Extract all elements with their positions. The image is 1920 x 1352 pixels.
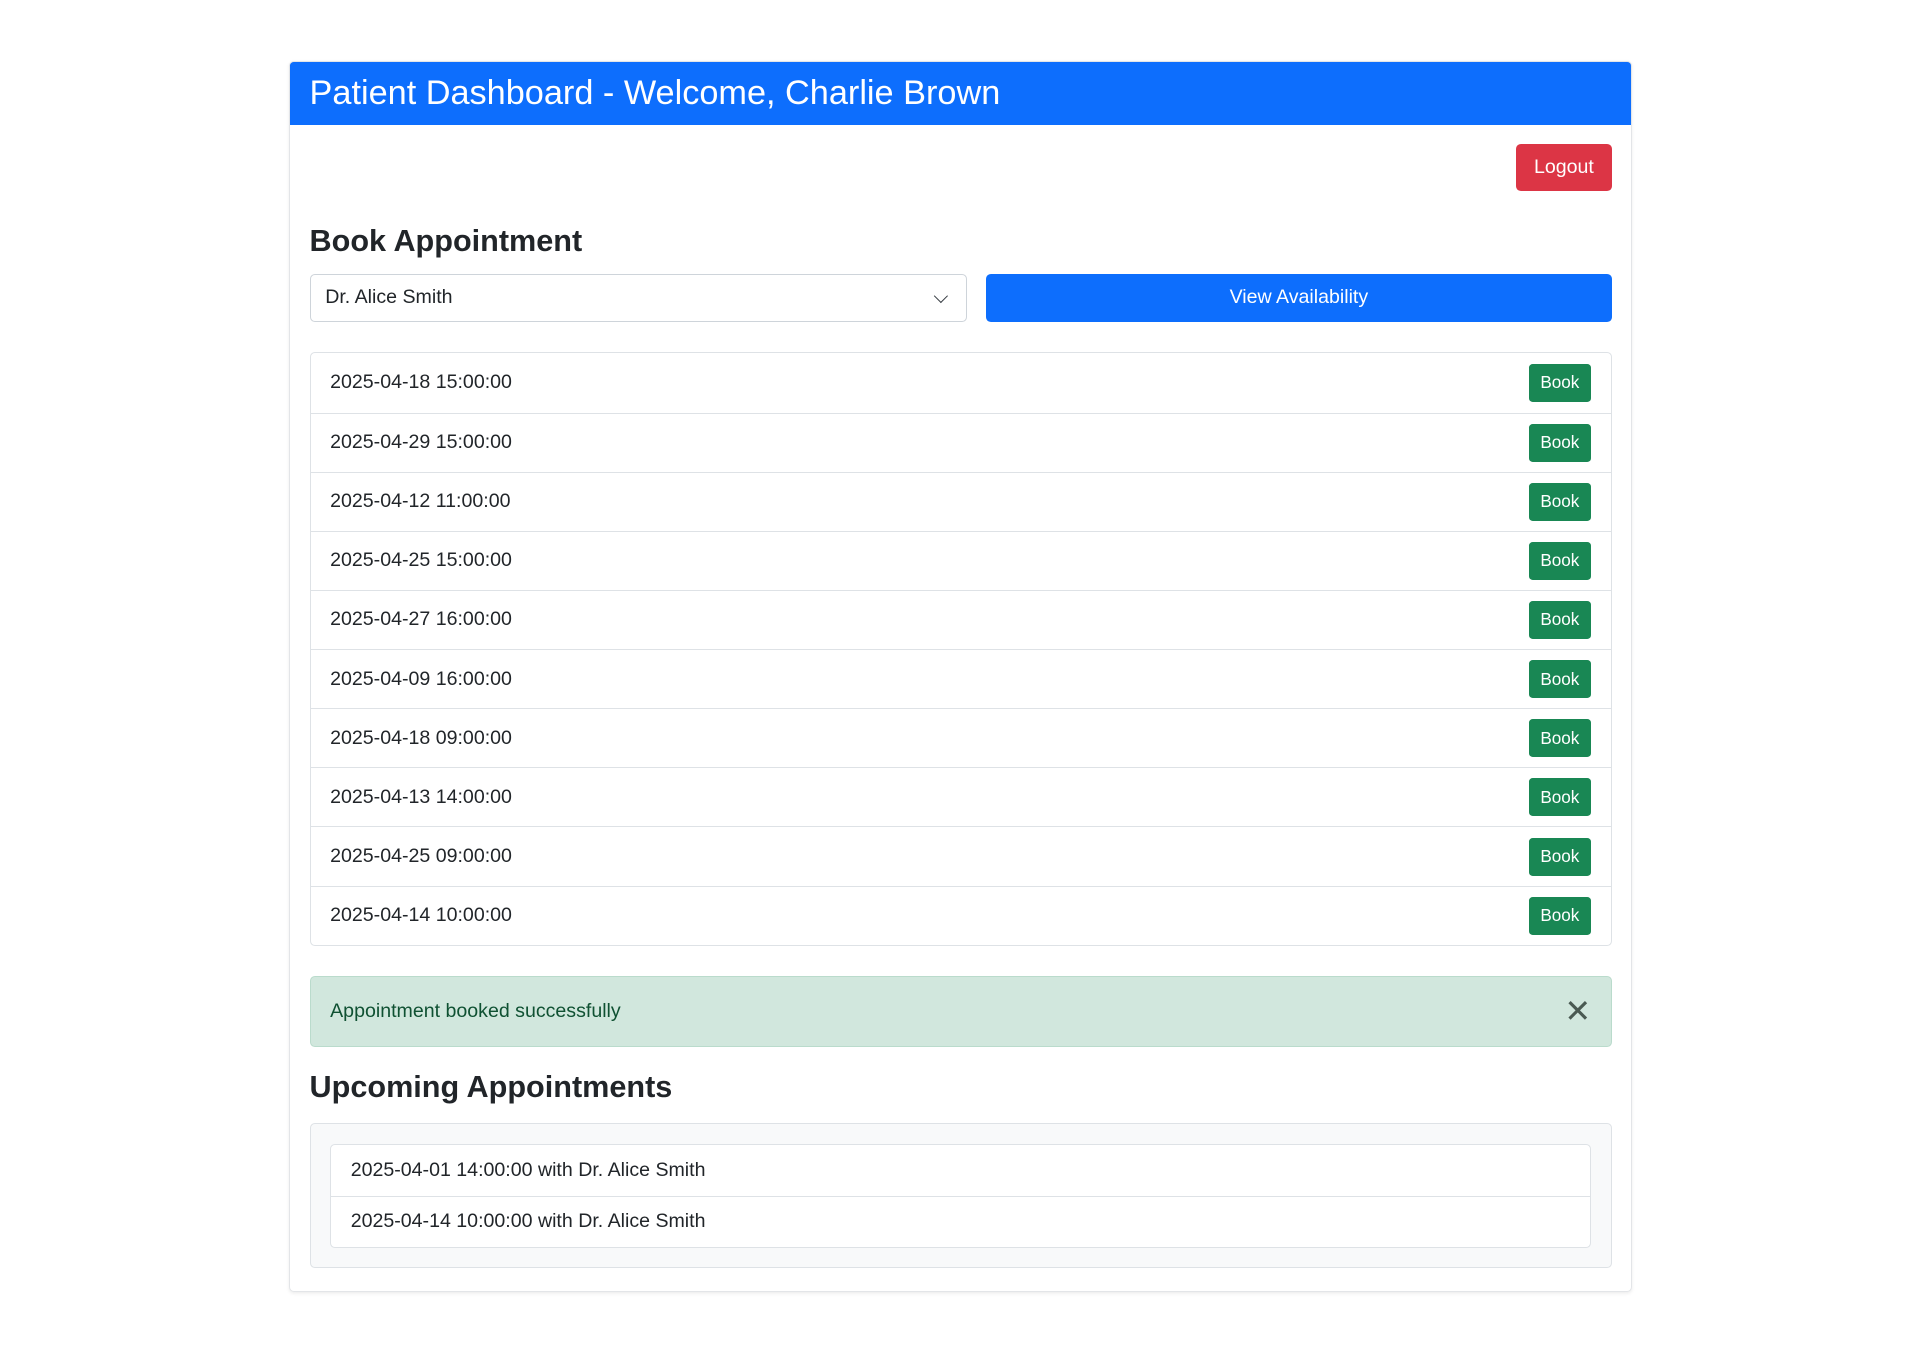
upcoming-list: 2025-04-01 14:00:00 with Dr. Alice Smith… bbox=[330, 1143, 1592, 1248]
book-button[interactable]: Book bbox=[1528, 896, 1592, 935]
upcoming-appointments-heading: Upcoming Appointments bbox=[309, 1070, 673, 1105]
slot-time: 2025-04-18 15:00:00 bbox=[330, 371, 512, 394]
slot-time: 2025-04-25 09:00:00 bbox=[330, 845, 512, 868]
availability-list: 2025-04-18 15:00:00 Book 2025-04-29 15:00:… bbox=[309, 352, 1612, 946]
slot-time: 2025-04-12 11:00:00 bbox=[330, 490, 511, 513]
book-appointment-heading: Book Appointment bbox=[309, 223, 583, 258]
appointment-item: 2025-04-01 14:00:00 with Dr. Alice Smith bbox=[350, 1158, 706, 1181]
slot-row: 2025-04-29 15:00:00 Book bbox=[310, 412, 1611, 472]
slot-time: 2025-04-13 14:00:00 bbox=[330, 785, 512, 808]
upcoming-panel: 2025-04-01 14:00:00 with Dr. Alice Smith… bbox=[309, 1123, 1612, 1269]
page-title: Patient Dashboard - Welcome, Charlie Bro… bbox=[309, 73, 1001, 112]
book-button[interactable]: Book bbox=[1528, 837, 1592, 876]
close-icon[interactable]: ✕ bbox=[1564, 995, 1591, 1028]
slot-row: 2025-04-27 16:00:00 Book bbox=[310, 589, 1611, 649]
slot-row: 2025-04-25 09:00:00 Book bbox=[310, 826, 1611, 885]
book-button[interactable]: Book bbox=[1528, 719, 1592, 758]
view-availability-button[interactable]: View Availability bbox=[986, 274, 1612, 322]
alert-message: Appointment booked successfully bbox=[330, 1000, 621, 1023]
book-button[interactable]: Book bbox=[1528, 423, 1592, 462]
slot-row: 2025-04-13 14:00:00 Book bbox=[310, 767, 1611, 826]
book-button[interactable]: Book bbox=[1528, 541, 1592, 580]
book-button[interactable]: Book bbox=[1528, 778, 1592, 817]
slot-time: 2025-04-25 15:00:00 bbox=[330, 549, 512, 572]
book-button[interactable]: Book bbox=[1528, 363, 1592, 402]
slot-time: 2025-04-14 10:00:00 bbox=[330, 904, 512, 927]
appointment-item: 2025-04-14 10:00:00 with Dr. Alice Smith bbox=[331, 1195, 1591, 1247]
success-alert: Appointment booked successfully ✕ bbox=[309, 976, 1612, 1048]
slot-time: 2025-04-09 16:00:00 bbox=[330, 667, 512, 690]
chevron-down-icon bbox=[934, 288, 948, 303]
slot-row: 2025-04-18 09:00:00 Book bbox=[310, 708, 1611, 767]
book-button[interactable]: Book bbox=[1528, 660, 1592, 699]
slot-row: 2025-04-18 15:00:00 Book bbox=[311, 353, 1611, 412]
book-button[interactable]: Book bbox=[1528, 482, 1592, 521]
slot-row: 2025-04-14 10:00:00 Book bbox=[310, 885, 1611, 945]
slot-time: 2025-04-29 15:00:00 bbox=[330, 431, 512, 454]
slot-row: 2025-04-25 15:00:00 Book bbox=[310, 530, 1611, 590]
book-button[interactable]: Book bbox=[1528, 601, 1592, 639]
dashboard-card: Patient Dashboard - Welcome, Charlie Bro… bbox=[288, 61, 1633, 1292]
logout-button[interactable]: Logout bbox=[1516, 144, 1612, 191]
doctor-select-value: Dr. Alice Smith bbox=[325, 286, 453, 309]
card-header: Patient Dashboard - Welcome, Charlie Bro… bbox=[289, 62, 1632, 125]
doctor-select[interactable]: Dr. Alice Smith bbox=[309, 274, 967, 322]
slot-row: 2025-04-09 16:00:00 Book bbox=[310, 649, 1611, 708]
slot-row: 2025-04-12 11:00:00 Book bbox=[310, 471, 1611, 531]
slot-time: 2025-04-18 09:00:00 bbox=[330, 726, 512, 749]
slot-time: 2025-04-27 16:00:00 bbox=[330, 608, 512, 631]
